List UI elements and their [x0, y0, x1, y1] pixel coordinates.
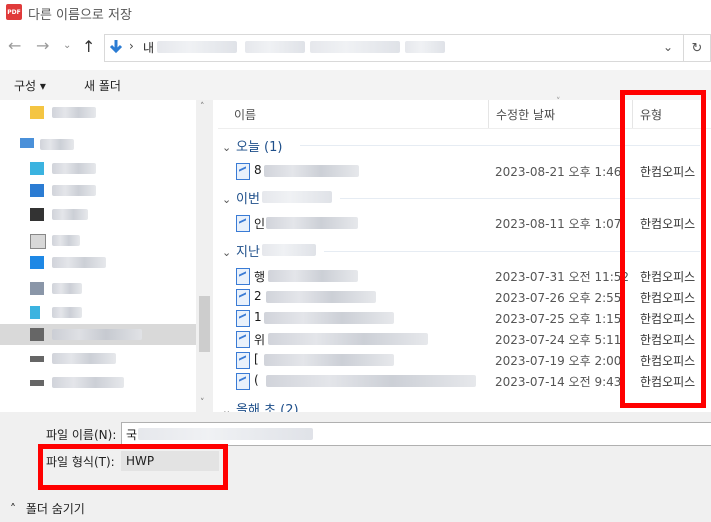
- nav-item[interactable]: [0, 180, 196, 201]
- highlight-filetype: [38, 444, 228, 490]
- file-name: 위: [254, 333, 266, 347]
- file-name: [: [254, 352, 259, 366]
- music-icon: [30, 306, 40, 319]
- file-date: 2023-07-24 오후 5:11: [495, 333, 622, 347]
- sort-indicator-icon: ˅: [556, 97, 561, 107]
- download-icon: [30, 184, 44, 197]
- chevron-up-icon: ˄: [10, 502, 16, 516]
- chevron-down-icon: ⌄: [222, 141, 232, 154]
- computer-icon: [20, 138, 34, 148]
- file-name: 인: [254, 217, 266, 231]
- document-icon: [30, 234, 46, 249]
- group-header[interactable]: ⌄ 오늘 (1): [222, 136, 282, 155]
- file-name: 8: [254, 163, 262, 177]
- back-arrow-icon[interactable]: ←: [8, 38, 21, 54]
- organize-button[interactable]: 구성 ▾: [14, 77, 46, 94]
- folder-icon: [30, 106, 44, 119]
- video-icon: [30, 208, 44, 221]
- download-folder-icon: [109, 39, 123, 55]
- hwp-file-icon: [236, 352, 250, 369]
- hide-folders-button[interactable]: ˄ 폴더 숨기기: [10, 500, 85, 517]
- hwp-file-icon: [236, 373, 250, 390]
- recent-locations-chevron-icon[interactable]: ⌄: [63, 40, 71, 51]
- file-date: 2023-07-31 오전 11:52: [495, 270, 630, 284]
- pdf-app-icon: PDF: [6, 4, 22, 20]
- breadcrumb-path[interactable]: 내: [143, 39, 154, 56]
- file-date: 2023-07-19 오후 2:00: [495, 354, 622, 368]
- 3d-objects-icon: [30, 162, 44, 175]
- filename-label: 파일 이름(N):: [46, 428, 117, 442]
- hwp-file-icon: [236, 268, 250, 285]
- filename-input[interactable]: 국: [121, 422, 711, 446]
- drive-icon: [30, 380, 44, 386]
- nav-item-pc[interactable]: [0, 134, 196, 155]
- drive-icon: [30, 356, 44, 362]
- nav-item[interactable]: [0, 230, 196, 251]
- title-bar: PDF 다른 이름으로 저장: [0, 0, 711, 26]
- scroll-up-icon[interactable]: ˄: [200, 102, 205, 112]
- chevron-down-icon: ⌄: [222, 246, 232, 259]
- nav-item[interactable]: [0, 302, 196, 323]
- chevron-down-icon: ⌄: [222, 193, 232, 206]
- nav-item[interactable]: [0, 204, 196, 225]
- scroll-down-icon[interactable]: ˅: [200, 398, 205, 408]
- hwp-file-icon: [236, 215, 250, 232]
- file-date: 2023-07-14 오전 9:43: [495, 375, 622, 389]
- nav-item[interactable]: [0, 252, 196, 273]
- hwp-file-icon: [236, 310, 250, 327]
- file-name: 2: [254, 289, 262, 303]
- nav-item[interactable]: [0, 372, 196, 393]
- desktop-icon: [30, 256, 44, 269]
- refresh-icon[interactable]: ↻: [684, 34, 711, 62]
- hwp-file-icon: [236, 331, 250, 348]
- hwp-file-icon: [236, 289, 250, 306]
- group-header[interactable]: ⌄ 이번: [222, 188, 260, 207]
- nav-item[interactable]: [0, 158, 196, 179]
- group-header[interactable]: ⌄ 지난: [222, 241, 260, 260]
- drive-icon: [30, 328, 44, 341]
- file-name: 행: [254, 270, 266, 284]
- hwp-file-icon: [236, 163, 250, 180]
- file-date: 2023-07-26 오후 2:55: [495, 291, 622, 305]
- window-title: 다른 이름으로 저장: [28, 8, 132, 23]
- nav-item[interactable]: [0, 348, 196, 369]
- nav-scrollbar-thumb[interactable]: [199, 296, 210, 352]
- file-name: 1: [254, 310, 262, 324]
- new-folder-button[interactable]: 새 폴더: [84, 77, 121, 94]
- forward-arrow-icon[interactable]: →: [36, 38, 49, 54]
- nav-item-selected[interactable]: [0, 324, 196, 345]
- file-date: 2023-08-21 오후 1:46: [495, 165, 622, 179]
- nav-item[interactable]: [0, 102, 196, 123]
- toolbar: 구성 ▾ 새 폴더: [0, 70, 711, 100]
- address-dropdown-chevron-icon[interactable]: ⌄: [663, 40, 673, 54]
- column-modified-date[interactable]: 수정한 날짜: [496, 106, 555, 123]
- address-bar[interactable]: › 내 ⌄: [104, 34, 684, 62]
- nav-scrollbar[interactable]: [196, 100, 213, 412]
- breadcrumb-separator: ›: [129, 39, 134, 53]
- pictures-icon: [30, 282, 44, 295]
- filename-value: 국: [126, 428, 138, 442]
- up-arrow-icon[interactable]: ↑: [82, 37, 95, 56]
- file-date: 2023-08-11 오후 1:07: [495, 217, 622, 231]
- highlight-type-column: [620, 90, 706, 408]
- file-date: 2023-07-25 오후 1:15: [495, 312, 622, 326]
- navigation-pane[interactable]: [0, 100, 213, 412]
- nav-item[interactable]: [0, 278, 196, 299]
- file-name: (: [254, 373, 259, 387]
- column-name[interactable]: 이름: [234, 106, 256, 123]
